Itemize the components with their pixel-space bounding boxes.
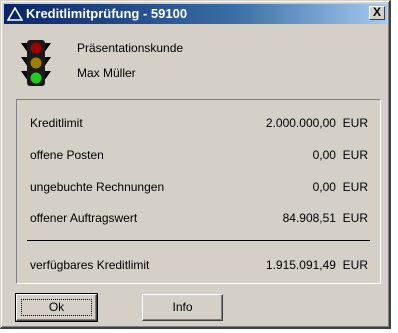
row-value: 2.000.000,00 EUR xyxy=(265,116,368,130)
total-separator xyxy=(27,240,370,241)
credit-summary-panel: Kreditlimit 2.000.000,00 EUR offene Post… xyxy=(16,99,381,284)
ok-button[interactable]: Ok xyxy=(15,293,98,322)
traffic-light-icon xyxy=(21,40,51,86)
window-title: Kreditlimitprüfung - 59100 xyxy=(26,6,188,21)
info-button[interactable]: Info xyxy=(142,294,223,321)
total-label: verfügbares Kreditlimit xyxy=(30,258,150,272)
ok-button-label: Ok xyxy=(48,300,65,314)
title-bar[interactable]: Kreditlimitprüfung - 59100 X xyxy=(4,4,387,24)
row-label: offener Auftragswert xyxy=(30,211,138,225)
close-button[interactable]: X xyxy=(369,6,385,20)
total-value: 1.915.091,49 EUR xyxy=(265,258,368,272)
row-label: offene Posten xyxy=(30,148,104,162)
row-value: 0,00 EUR xyxy=(312,180,368,194)
customer-name: Präsentationskunde xyxy=(77,41,184,55)
info-button-label: Info xyxy=(172,300,193,314)
credit-check-dialog: Kreditlimitprüfung - 59100 X Präsentatio… xyxy=(0,0,391,329)
contact-name: Max Müller xyxy=(77,66,136,80)
row-label: Kreditlimit xyxy=(30,116,83,130)
row-value: 84.908,51 EUR xyxy=(282,211,368,225)
row-label: ungebuchte Rechnungen xyxy=(30,180,165,194)
row-value: 0,00 EUR xyxy=(312,148,368,162)
warning-triangle-icon xyxy=(7,7,23,21)
